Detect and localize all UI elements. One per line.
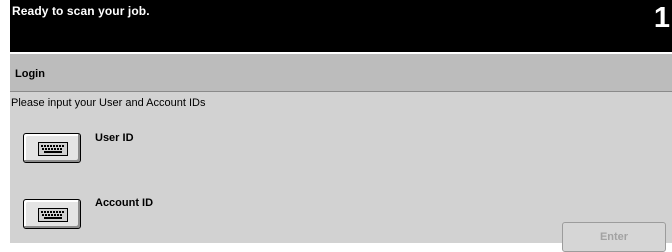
enter-button[interactable]: Enter [562, 222, 666, 252]
status-message: Ready to scan your job. [12, 4, 150, 18]
keyboard-icon [38, 208, 68, 222]
login-panel: Login Please input your User and Account… [10, 54, 672, 252]
page-title: Login [15, 68, 45, 80]
login-header: Login [10, 54, 672, 92]
keyboard-icon [38, 142, 68, 156]
account-id-label: Account ID [95, 197, 154, 209]
account-id-keyboard-button[interactable] [23, 199, 81, 229]
user-id-keyboard-button[interactable] [23, 133, 81, 163]
instruction-text: Please input your User and Account IDs [11, 97, 206, 109]
user-id-label: User ID [95, 132, 134, 144]
status-bar: Ready to scan your job. 1 [10, 0, 672, 52]
header-divider [10, 91, 672, 92]
copy-quantity: 1 [653, 2, 670, 34]
